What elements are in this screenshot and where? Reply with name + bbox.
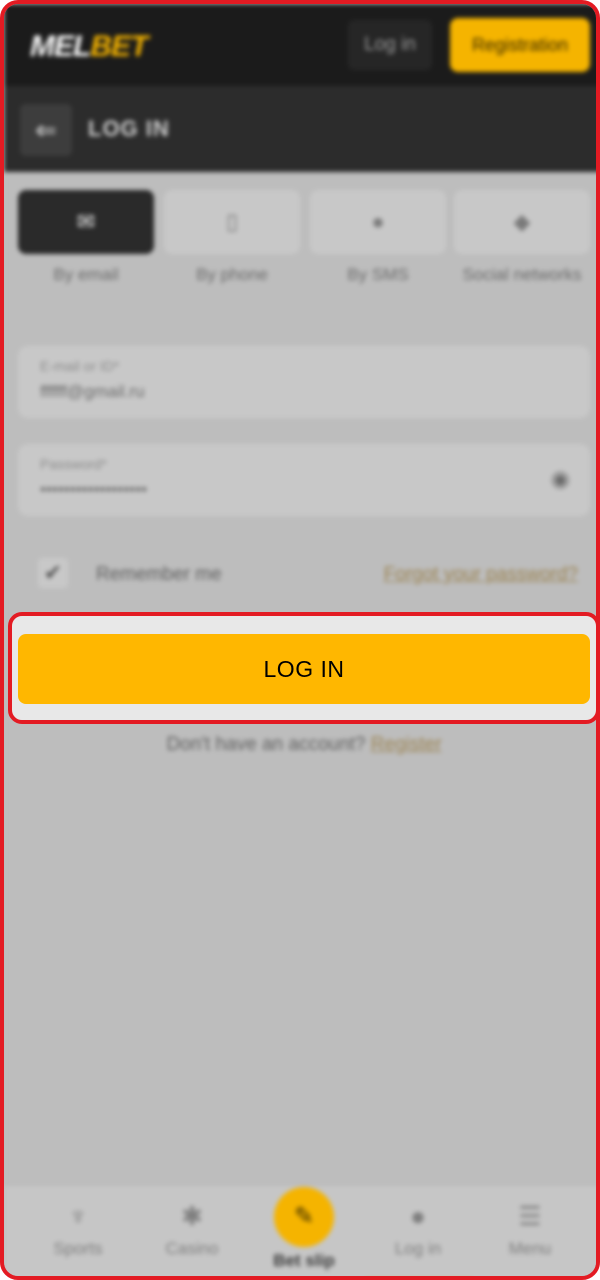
password-field[interactable]: Password* •••••••••••••••••• ◉ (18, 444, 590, 516)
trophy-icon: ♆ (68, 1201, 88, 1231)
bet-slip-button[interactable]: ✎ (274, 1187, 334, 1247)
password-field-label: Password* (40, 456, 107, 472)
page-title: LOG IN (88, 116, 170, 141)
nav-label-bet-slip: Bet slip (273, 1251, 335, 1270)
top-login-button[interactable]: Log in (348, 20, 432, 70)
top-bar: MELBET Log in Registration (4, 4, 596, 86)
brand-logo[interactable]: MELBET (30, 30, 148, 64)
checkmark-icon: ✔ (43, 560, 63, 585)
remember-me-checkbox[interactable]: ✔ (38, 558, 68, 588)
social-icon: ◆ (513, 209, 531, 234)
nav-item-sports[interactable]: ♆ Sports (20, 1185, 136, 1276)
back-arrow-icon: ⇐ (35, 115, 57, 145)
chat-bubble-icon: ● (371, 209, 385, 234)
tab-social-networks[interactable]: ◆ (454, 190, 590, 254)
email-field-value: ffffff@gmail.ru (40, 382, 145, 401)
casino-chip-icon: ✱ (181, 1201, 203, 1231)
user-icon: ● (410, 1201, 426, 1231)
email-field-label: E-mail or ID* (40, 358, 120, 374)
tab-by-sms[interactable]: ● (310, 190, 446, 254)
nav-label-sports: Sports (53, 1239, 103, 1258)
logo-text-accent: BET (90, 30, 148, 63)
nav-item-casino[interactable]: ✱ Casino (134, 1185, 250, 1276)
nav-label-menu: Menu (508, 1239, 552, 1258)
tab-label-phone: By phone (196, 265, 268, 284)
no-account-text: Don't have an account? (166, 734, 366, 755)
tab-label-social: Social networks (462, 265, 582, 284)
nav-item-login[interactable]: ● Log in (360, 1185, 476, 1276)
no-account-row: Don't have an account? Register (4, 734, 596, 756)
login-submit-button[interactable]: LOG IN (18, 634, 590, 704)
bottom-navigation: ♆ Sports ✱ Casino ✎ Bet slip ● Log in ☰ … (4, 1184, 596, 1276)
envelope-icon: ✉ (76, 209, 96, 234)
tab-by-phone[interactable]: ▯ (164, 190, 300, 254)
screenshot-frame: MELBET Log in Registration ⇐ LOG IN ✉ ▯ … (0, 0, 600, 1280)
registration-button[interactable]: Registration (450, 18, 590, 72)
tab-label-email: By email (53, 265, 119, 284)
register-link[interactable]: Register (371, 734, 442, 755)
menu-icon: ☰ (518, 1201, 542, 1231)
ticket-icon: ✎ (293, 1203, 315, 1230)
password-field-value: •••••••••••••••••• (40, 480, 148, 499)
logo-text-primary: MEL (30, 30, 91, 63)
tab-label-sms: By SMS (347, 265, 409, 284)
nav-item-menu[interactable]: ☰ Menu (472, 1185, 588, 1276)
back-button[interactable]: ⇐ (20, 104, 72, 156)
tab-by-email[interactable]: ✉ (18, 190, 154, 254)
phone-icon: ▯ (225, 209, 239, 234)
nav-label-casino: Casino (165, 1239, 219, 1258)
forgot-password-link[interactable]: Forgot your password? (384, 564, 578, 586)
nav-label-login: Log in (394, 1239, 442, 1258)
page-header: ⇐ LOG IN (4, 86, 596, 172)
eye-icon[interactable]: ◉ (551, 466, 570, 492)
remember-me-label: Remember me (96, 564, 222, 585)
email-field[interactable]: E-mail or ID* ffffff@gmail.ru (18, 346, 590, 418)
